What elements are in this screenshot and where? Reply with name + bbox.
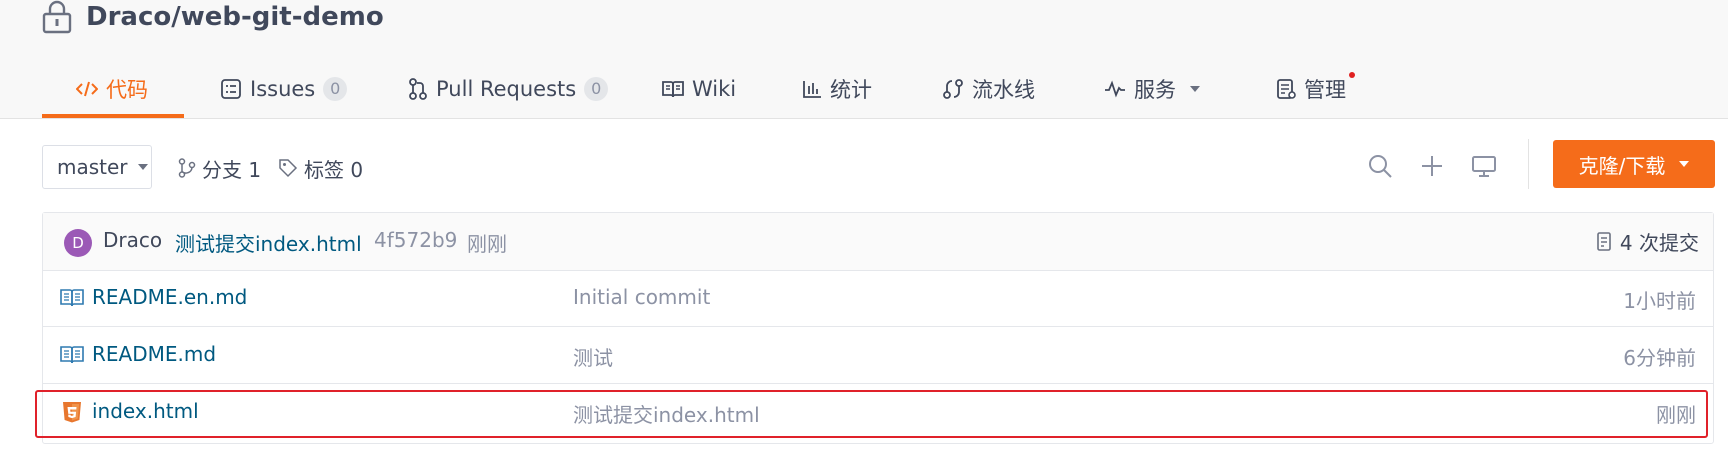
clone-download-button[interactable]: 克隆/下载: [1553, 140, 1715, 188]
tab-services[interactable]: 服务: [1104, 62, 1200, 116]
manage-notification-dot: [1349, 72, 1355, 78]
tags-link[interactable]: 标签 0: [278, 152, 363, 184]
tab-manage[interactable]: 管理: [1276, 62, 1346, 116]
tab-pipeline-label: 流水线: [972, 78, 1035, 102]
tab-code[interactable]: 代码: [76, 62, 148, 116]
branches-link[interactable]: 分支 1: [178, 152, 261, 184]
commit-message-link[interactable]: 测试提交index.html: [175, 228, 362, 257]
file-name-link[interactable]: index.html: [92, 399, 199, 423]
web-ide-monitor-icon[interactable]: [1470, 152, 1498, 180]
commit-count-label: 4 次提交: [1619, 231, 1699, 255]
pull-requests-count-badge: 0: [584, 77, 609, 101]
tab-manage-label: 管理: [1304, 78, 1346, 102]
commit-count-link[interactable]: 4 次提交: [1596, 227, 1699, 256]
branches-label: 分支 1: [202, 157, 262, 182]
chevron-down-icon: [137, 164, 148, 170]
tab-pull-requests[interactable]: Pull Requests 0: [408, 62, 609, 116]
branch-icon: [178, 158, 196, 178]
clone-download-label: 克隆/下载: [1578, 153, 1666, 178]
html5-icon: [63, 402, 81, 423]
tab-issues[interactable]: Issues 0: [220, 62, 348, 116]
commit-time: 刚刚: [467, 232, 507, 256]
lock-icon: [42, 0, 72, 34]
tab-statistics[interactable]: 统计: [802, 62, 872, 116]
repo-title-block: Draco/web-git-demo: [42, 0, 384, 34]
bar-chart-icon: [803, 81, 821, 98]
tab-pull-requests-label: Pull Requests: [436, 77, 577, 101]
commit-hash-link[interactable]: 4f572b9: [374, 228, 457, 252]
file-commit-message[interactable]: Initial commit: [573, 285, 710, 309]
file-name-link[interactable]: README.en.md: [92, 285, 247, 309]
add-icon[interactable]: [1418, 152, 1446, 180]
tab-code-label: 代码: [106, 78, 148, 102]
latest-commit-bar: D Draco 测试提交index.html 4f572b9 刚刚 4 次提交: [43, 213, 1713, 271]
table-row[interactable]: index.html 测试提交index.html 刚刚: [43, 384, 1713, 440]
tag-icon: [279, 159, 298, 178]
chevron-down-icon: [1679, 161, 1690, 167]
tab-wiki[interactable]: Wiki: [662, 62, 736, 116]
issues-count-badge: 0: [323, 77, 348, 101]
tab-pipeline[interactable]: 流水线: [942, 62, 1035, 116]
tab-statistics-label: 统计: [830, 78, 872, 102]
pulse-icon: [1105, 80, 1125, 98]
pipeline-icon: [943, 79, 963, 99]
table-row[interactable]: README.md 测试 6分钟前: [43, 327, 1713, 384]
repo-title[interactable]: Draco/web-git-demo: [86, 2, 384, 32]
commit-history-icon: [1597, 231, 1611, 251]
chevron-down-icon: [1190, 86, 1200, 92]
pull-request-icon: [409, 78, 427, 100]
file-commit-message[interactable]: 测试: [573, 342, 613, 371]
file-list: D Draco 测试提交index.html 4f572b9 刚刚 4 次提交 …: [42, 212, 1714, 444]
readme-book-icon: [60, 346, 84, 364]
tab-wiki-label: Wiki: [692, 77, 737, 101]
file-commit-time: 6分钟前: [1623, 346, 1696, 370]
wiki-book-icon: [662, 81, 684, 98]
tab-services-label: 服务: [1134, 78, 1176, 102]
file-commit-time: 1小时前: [1623, 289, 1696, 313]
branch-select[interactable]: master: [42, 145, 152, 189]
issues-icon: [221, 79, 241, 99]
code-icon: [76, 81, 98, 97]
search-icon[interactable]: [1366, 152, 1394, 180]
repo-header: Draco/web-git-demo 代码 Issues 0 Pull Requ…: [0, 0, 1728, 119]
repo-tabs: 代码 Issues 0 Pull Requests 0 Wiki 统计 流水线 …: [0, 62, 1728, 118]
manage-icon: [1277, 79, 1296, 99]
table-row[interactable]: README.en.md Initial commit 1小时前: [43, 270, 1713, 327]
repo-page: Draco/web-git-demo 代码 Issues 0 Pull Requ…: [0, 0, 1728, 451]
active-tab-underline: [42, 114, 184, 118]
tab-issues-label: Issues: [250, 77, 316, 101]
toolbar-divider: [1528, 139, 1529, 189]
readme-book-icon: [60, 289, 84, 307]
commit-author[interactable]: Draco: [103, 228, 162, 252]
tags-label: 标签 0: [304, 157, 364, 182]
file-commit-time: 刚刚: [1656, 403, 1696, 427]
branch-select-value: master: [57, 155, 128, 179]
file-name-link[interactable]: README.md: [92, 342, 216, 366]
avatar[interactable]: D: [64, 229, 92, 257]
file-commit-message[interactable]: 测试提交index.html: [573, 399, 760, 428]
